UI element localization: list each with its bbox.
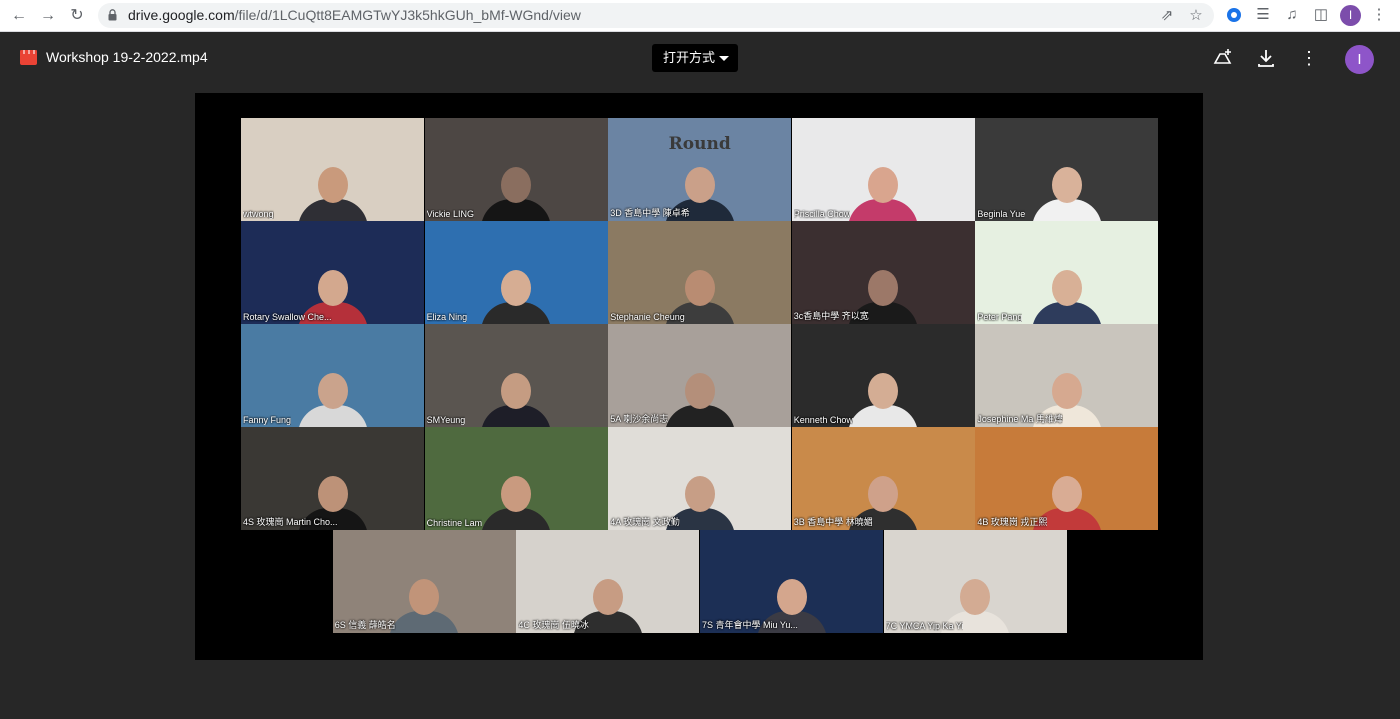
- participant-name: 4B 玫瑰崗 戎正熙: [977, 517, 1048, 527]
- extensions-puzzle-icon[interactable]: ☰: [1254, 6, 1272, 24]
- participant-video: [664, 373, 735, 427]
- file-title: Workshop 19-2-2022.mp4: [46, 49, 208, 65]
- participant-name: Rotary Swallow Che...: [243, 312, 332, 322]
- browser-toolbar: ← → ↻ drive.google.com/file/d/1LCuQtt8EA…: [0, 0, 1400, 32]
- participant-video: [481, 167, 552, 221]
- participant-tile: Vickie LING: [424, 118, 608, 221]
- participant-video: [848, 373, 919, 427]
- participant-video: [481, 270, 552, 324]
- participant-name: Priscilla Chow: [793, 209, 851, 219]
- reload-icon[interactable]: ↻: [67, 6, 87, 26]
- participant-name: SMYeung: [426, 415, 466, 425]
- participant-name: Vickie LING: [426, 209, 474, 219]
- share-icon[interactable]: ⇗: [1159, 8, 1175, 24]
- participant-name: 4A 玫瑰崗 文政勤: [610, 517, 680, 527]
- participant-tile: 4B 玫瑰崗 戎正熙: [975, 427, 1159, 530]
- address-bar[interactable]: drive.google.com/file/d/1LCuQtt8EAMGTwYJ…: [98, 3, 1214, 28]
- participant-tile: Peter Pang: [975, 221, 1159, 324]
- video-player[interactable]: wtwong Vickie LING Round 3D 香島中學 陳卓希 Priscil…: [195, 93, 1203, 660]
- participant-name: 7C YMCA Yip Ka Yi: [885, 621, 964, 631]
- participant-name: 7S 青年會中學 Miu Yu...: [702, 620, 798, 630]
- participant-video: [1031, 167, 1102, 221]
- extension-circle-icon[interactable]: [1225, 6, 1243, 24]
- participant-name: Eliza Ning: [426, 312, 468, 322]
- participant-tile: wtwong: [241, 118, 424, 221]
- participant-tile: Rotary Swallow Che...: [241, 221, 424, 324]
- participant-grid: wtwong Vickie LING Round 3D 香島中學 陳卓希 Priscil…: [241, 118, 1159, 633]
- open-with-label: 打开方式: [663, 50, 716, 65]
- open-with-button[interactable]: 打开方式: [652, 44, 738, 72]
- bookmark-star-icon[interactable]: ☆: [1188, 8, 1204, 24]
- participant-tile: 4C 玫瑰崗 伍曉冰: [516, 530, 700, 633]
- download-icon[interactable]: [1255, 47, 1277, 69]
- participant-tile: Christine Lam: [424, 427, 608, 530]
- participant-name: 4S 玫瑰崗 Martin Cho...: [243, 517, 338, 527]
- browser-menu-icon[interactable]: ⋮: [1370, 6, 1388, 24]
- participant-video: [297, 373, 368, 427]
- add-to-drive-icon[interactable]: [1211, 47, 1233, 69]
- chevron-down-icon: [719, 56, 729, 61]
- participant-video: [481, 373, 552, 427]
- participant-video: [848, 167, 919, 221]
- participant-name: Kenneth Chow: [793, 415, 853, 425]
- lock-icon: [108, 9, 117, 21]
- participant-tile: Eliza Ning: [424, 221, 608, 324]
- participant-tile: Priscilla Chow: [791, 118, 975, 221]
- account-avatar[interactable]: I: [1345, 45, 1374, 74]
- back-arrow-icon[interactable]: ←: [9, 6, 29, 26]
- participant-tile: 3c香島中學 齐以宽: [791, 221, 975, 324]
- participant-tile: SMYeung: [424, 324, 608, 427]
- side-panel-icon[interactable]: ◫: [1312, 6, 1330, 24]
- participant-tile: Round 3D 香島中學 陳卓希: [608, 118, 792, 221]
- forward-arrow-icon[interactable]: →: [38, 6, 58, 26]
- participant-tile: 3B 香島中學 林曉媚: [791, 427, 975, 530]
- url-path: /file/d/1LCuQtt8EAMGTwYJ3k5hkGUh_bMf-WGn…: [234, 7, 581, 23]
- video-file-icon: [20, 50, 37, 65]
- participant-name: Fanny Fung: [243, 415, 292, 425]
- participant-name: 4C 玫瑰崗 伍曉冰: [518, 620, 589, 630]
- participant-tile: 7S 青年會中學 Miu Yu...: [700, 530, 883, 633]
- browser-profile-avatar[interactable]: I: [1340, 5, 1361, 26]
- participant-name: Peter Pang: [977, 312, 1023, 322]
- participant-tile: 4S 玫瑰崗 Martin Cho...: [241, 427, 424, 530]
- participant-name: Josephine Ma 馬維煒: [977, 414, 1063, 424]
- participant-name: 5A 喇沙余尚志: [610, 414, 669, 424]
- participant-tile: Kenneth Chow: [791, 324, 975, 427]
- participant-name: Christine Lam: [426, 518, 483, 528]
- participant-tile: 6S 信義 薛皓名: [332, 530, 516, 633]
- participant-tile: Fanny Fung: [241, 324, 424, 427]
- participant-tile: 7C YMCA Yip Ka Yi: [883, 530, 1067, 633]
- participant-name: 3D 香島中學 陳卓希: [610, 208, 690, 218]
- participant-video: [297, 167, 368, 221]
- background-banner-text: Round: [668, 134, 731, 154]
- url-host: drive.google.com: [128, 7, 235, 23]
- participant-tile: Beginla Yue: [975, 118, 1159, 221]
- participant-name: Beginla Yue: [977, 209, 1026, 219]
- viewer-header: Workshop 19-2-2022.mp4 打开方式 ⋮ I: [0, 33, 1400, 83]
- participant-video: [1031, 270, 1102, 324]
- participant-name: Stephanie Cheung: [610, 312, 685, 322]
- participant-name: 6S 信義 薛皓名: [334, 620, 396, 630]
- participant-tile: Josephine Ma 馬維煒: [975, 324, 1159, 427]
- participant-name: 3B 香島中學 林曉媚: [793, 517, 873, 527]
- url-text[interactable]: drive.google.com/file/d/1LCuQtt8EAMGTwYJ…: [128, 7, 581, 23]
- participant-tile: 5A 喇沙余尚志: [608, 324, 792, 427]
- participant-video: [481, 476, 552, 530]
- participant-tile: 4A 玫瑰崗 文政勤: [608, 427, 792, 530]
- participant-name: wtwong: [243, 209, 274, 219]
- participant-tile: Stephanie Cheung: [608, 221, 792, 324]
- more-options-icon[interactable]: ⋮: [1298, 47, 1320, 69]
- participant-name: 3c香島中學 齐以宽: [793, 311, 869, 321]
- media-control-icon[interactable]: ♫: [1283, 6, 1301, 24]
- participant-video: [389, 579, 460, 633]
